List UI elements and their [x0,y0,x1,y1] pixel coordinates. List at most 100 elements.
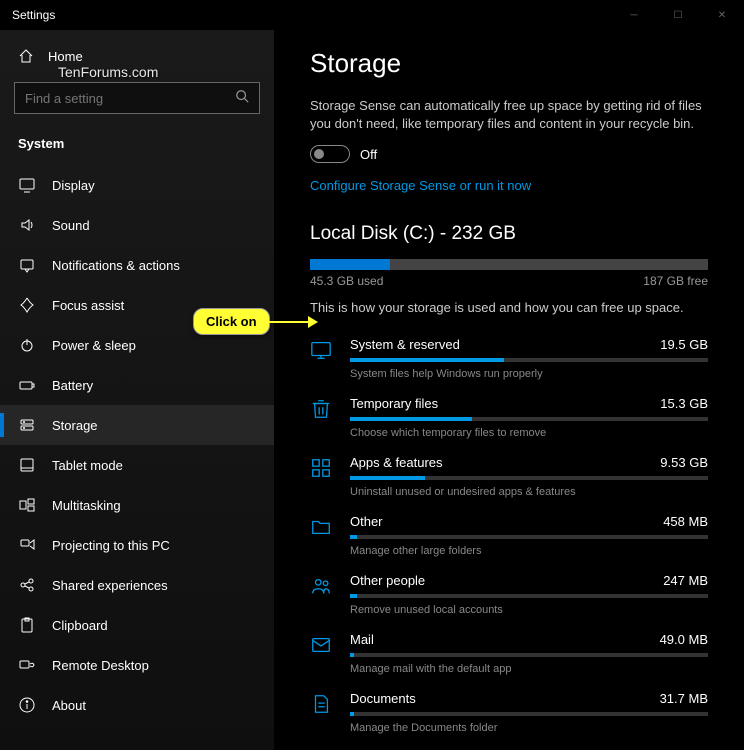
category-name: Apps & features [350,455,443,470]
disk-title: Local Disk (C:) - 232 GB [310,223,708,245]
sidebar-item-label: Multitasking [52,498,121,513]
storage-sense-toggle[interactable]: Off [310,145,708,163]
category-name: Mail [350,632,374,647]
toggle-switch[interactable] [310,145,350,163]
category-size: 31.7 MB [660,691,708,706]
multitask-icon [18,497,36,513]
sound-icon [18,217,36,233]
tablet-icon [18,457,36,473]
storage-category-people[interactable]: Other people247 MBRemove unused local ac… [310,567,708,626]
sidebar-item-battery[interactable]: Battery [0,365,274,405]
sidebar-item-remote[interactable]: Remote Desktop [0,645,274,685]
category-hint: System files help Windows run properly [350,368,708,380]
sidebar-item-sound[interactable]: Sound [0,205,274,245]
sidebar-item-shared[interactable]: Shared experiences [0,565,274,605]
category-name: Temporary files [350,396,438,411]
main-content: Storage Storage Sense can automatically … [274,30,744,750]
category-bar [350,535,708,539]
callout-arrow-icon [268,310,318,334]
storage-category-apps[interactable]: Apps & features9.53 GBUninstall unused o… [310,449,708,508]
category-name: Documents [350,691,416,706]
category-name: Other people [350,573,425,588]
home-label: Home [48,49,83,64]
category-size: 15.3 GB [660,396,708,411]
title-bar: Settings ─ ☐ ✕ [0,0,744,30]
category-size: 49.0 MB [660,632,708,647]
sidebar-item-label: Sound [52,218,90,233]
remote-icon [18,657,36,673]
sidebar-item-label: About [52,698,86,713]
category-size: 9.53 GB [660,455,708,470]
sidebar-item-project[interactable]: Projecting to this PC [0,525,274,565]
search-input[interactable] [15,91,225,106]
category-hint: Choose which temporary files to remove [350,427,708,439]
sidebar-item-notifications[interactable]: Notifications & actions [0,245,274,285]
trash-icon [310,396,334,425]
sidebar-item-label: Projecting to this PC [52,538,170,553]
sidebar-item-about[interactable]: About [0,685,274,725]
minimize-button[interactable]: ─ [612,0,656,30]
sidebar-item-label: Remote Desktop [52,658,149,673]
focus-icon [18,297,36,313]
disk-free: 187 GB free [643,274,708,288]
category-bar [350,653,708,657]
home-icon [18,48,34,64]
maximize-button[interactable]: ☐ [656,0,700,30]
people-icon [310,573,334,602]
notifications-icon [18,257,36,273]
mail-icon [310,632,334,661]
category-size: 19.5 GB [660,337,708,352]
sidebar-item-label: Clipboard [52,618,108,633]
clipboard-icon [18,617,36,633]
sidebar-item-storage[interactable]: Storage [0,405,274,445]
sidebar-item-label: Power & sleep [52,338,136,353]
category-hint: Manage other large folders [350,545,708,557]
shared-icon [18,577,36,593]
category-name: Other [350,514,383,529]
category-bar [350,417,708,421]
annotation-callout: Click on [193,308,318,335]
search-box[interactable] [14,82,260,114]
configure-link[interactable]: Configure Storage Sense or run it now [310,178,531,193]
page-title: Storage [310,48,708,79]
storage-category-system[interactable]: System & reserved 19.5 GB System files hel… [310,331,708,390]
storage-category-cloud[interactable]: OneDrive1.06 MBRemove unused cloud-backe… [310,744,708,750]
disk-used: 45.3 GB used [310,274,383,288]
category-hint: Manage the Documents folder [350,722,708,734]
category-bar [350,476,708,480]
sidebar-category: System [0,124,274,165]
home-button[interactable]: Home [0,40,274,72]
storage-category-mail[interactable]: Mail 49.0 MB Manage mail with the default … [310,626,708,685]
category-hint: Remove unused local accounts [350,604,708,616]
sidebar: Home System Display Sound Notifications & … [0,30,274,750]
battery-icon [18,377,36,393]
storage-category-folder[interactable]: Other458 MBManage other large folders [310,508,708,567]
callout-text: Click on [193,308,270,335]
category-bar [350,712,708,716]
sidebar-item-label: Shared experiences [52,578,168,593]
sidebar-item-label: Focus assist [52,298,124,313]
storage-icon [18,417,36,433]
category-bar [350,594,708,598]
category-hint: Manage mail with the default app [350,663,708,675]
sidebar-item-label: Battery [52,378,93,393]
folder-icon [310,514,334,543]
category-name: System & reserved [350,337,460,352]
category-bar [350,358,708,362]
search-icon [225,89,259,108]
display-icon [18,177,36,193]
sidebar-item-multitask[interactable]: Multitasking [0,485,274,525]
power-icon [18,337,36,353]
toggle-state: Off [360,147,377,162]
storage-category-trash[interactable]: Temporary files 15.3 GB Choose which tempo… [310,390,708,449]
storage-sense-description: Storage Sense can automatically free up … [310,97,708,133]
apps-icon [310,455,334,484]
sidebar-item-display[interactable]: Display [0,165,274,205]
about-icon [18,697,36,713]
storage-category-doc[interactable]: Documents 31.7 MB Manage the Documents fol… [310,685,708,744]
sidebar-item-tablet[interactable]: Tablet mode [0,445,274,485]
sidebar-item-clipboard[interactable]: Clipboard [0,605,274,645]
system-icon [310,337,334,366]
disk-bar [310,259,708,270]
close-button[interactable]: ✕ [700,0,744,30]
